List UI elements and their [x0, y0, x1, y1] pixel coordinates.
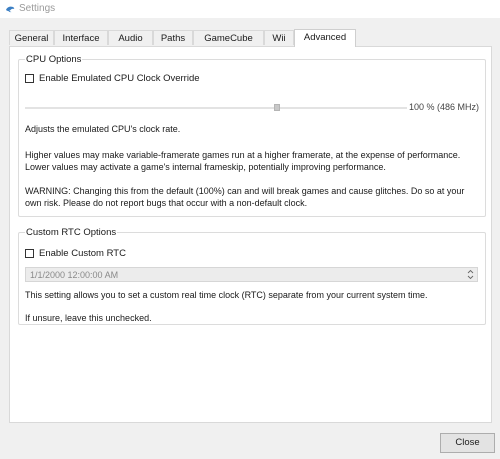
cpu-warning-line1: WARNING: Changing this from the default … [25, 186, 465, 196]
slider-thumb[interactable] [274, 104, 281, 111]
cpu-info-line2: Lower values may activate a game's inter… [25, 162, 386, 172]
tab-advanced[interactable]: Advanced [294, 29, 356, 47]
custom-rtc-label: Enable Custom RTC [39, 248, 126, 259]
checkbox-box[interactable] [25, 249, 34, 258]
tab-paths[interactable]: Paths [153, 30, 193, 45]
spin-arrows-icon[interactable] [467, 269, 474, 280]
rtc-datetime-value: 1/1/2000 12:00:00 AM [30, 270, 119, 280]
settings-window: General Interface Audio Paths GameCube W… [0, 18, 500, 459]
cpu-warning-line2: own risk. Please do not report bugs that… [25, 198, 308, 208]
rtc-description: This setting allows you to set a custom … [25, 290, 428, 300]
tab-audio[interactable]: Audio [108, 30, 153, 45]
custom-rtc-checkbox[interactable]: Enable Custom RTC [25, 248, 145, 260]
window-title: Settings [19, 3, 56, 14]
cpu-options-title: CPU Options [25, 54, 83, 65]
close-button[interactable]: Close [440, 433, 495, 453]
cpu-clock-override-label: Enable Emulated CPU Clock Override [39, 73, 200, 84]
tab-interface[interactable]: Interface [54, 30, 108, 45]
dolphin-icon [6, 6, 15, 13]
title-bar: Settings [0, 0, 500, 18]
cpu-clock-slider[interactable] [25, 104, 407, 111]
cpu-clock-description: Adjusts the emulated CPU's clock rate. [25, 124, 181, 134]
tab-wii[interactable]: Wii [264, 30, 294, 45]
cpu-clock-override-checkbox[interactable]: Enable Emulated CPU Clock Override [25, 73, 225, 85]
tab-general[interactable]: General [9, 30, 54, 45]
advanced-panel: CPU Options Enable Emulated CPU Clock Ov… [9, 46, 492, 423]
rtc-options-title: Custom RTC Options [25, 227, 118, 238]
rtc-datetime-field[interactable]: 1/1/2000 12:00:00 AM [25, 267, 478, 282]
cpu-info-line1: Higher values may make variable-framerat… [25, 150, 461, 160]
rtc-hint: If unsure, leave this unchecked. [25, 313, 152, 323]
tab-gamecube[interactable]: GameCube [193, 30, 264, 45]
cpu-clock-value: 100 % (486 MHz) [408, 102, 479, 112]
cpu-options-group: CPU Options Enable Emulated CPU Clock Ov… [18, 54, 486, 217]
checkbox-box[interactable] [25, 74, 34, 83]
rtc-options-group: Custom RTC Options Enable Custom RTC 1/1… [18, 227, 486, 325]
